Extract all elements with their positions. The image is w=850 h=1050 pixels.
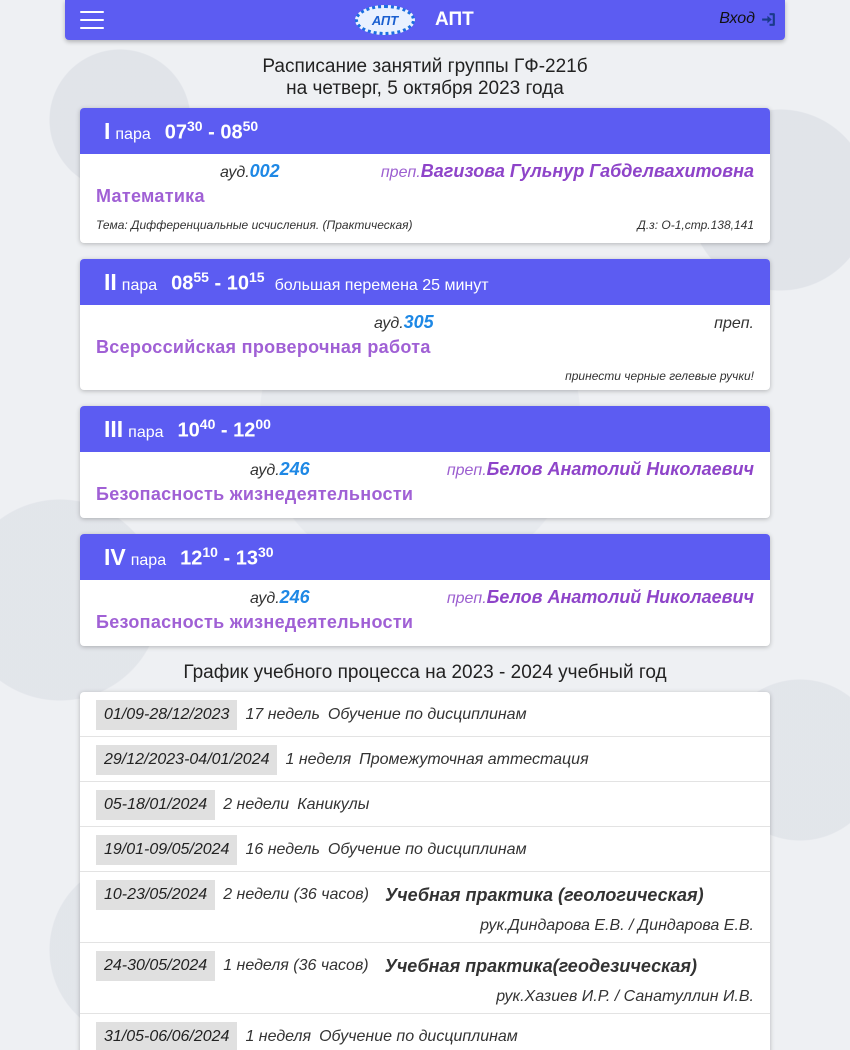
lesson-label: пара — [128, 424, 164, 441]
lesson-number: I — [104, 118, 111, 144]
lesson-number: III — [104, 416, 124, 442]
room-label: ауд.246 — [250, 587, 310, 607]
schedule-duration: 1 неделя — [285, 751, 352, 768]
lesson-time: 1040 - 1200 — [177, 416, 271, 442]
schedule-row: 01/09-28/12/2023 17 недель Обучение по дис… — [80, 692, 770, 737]
room-label: ауд.002 — [220, 161, 280, 181]
subject-name: Безопасность жизнедеятельности — [96, 484, 414, 504]
room-number: 246 — [279, 587, 310, 607]
lesson-time: 1210 - 1330 — [180, 544, 274, 570]
app-title[interactable]: АПТ — [435, 9, 474, 31]
schedule-activity: Учебная практика(геодезическая) — [384, 955, 698, 976]
logo-text: АПТ — [371, 12, 399, 28]
room-label: ауд.305 — [374, 312, 434, 332]
schedule-row: 05-18/01/2024 2 недели Каникулы — [80, 782, 770, 827]
lesson-header: IV пара 1210 - 1330 — [80, 534, 770, 580]
schedule-title: График учебного процесса на 2023 - 2024 … — [183, 662, 667, 683]
teacher-name: Белов Анатолий Николаевич — [486, 459, 754, 479]
lesson-header: III пара 1040 - 1200 — [80, 406, 770, 452]
schedule-duration: 2 недели (36 часов) — [223, 886, 369, 903]
page-title-line2: на четверг, 5 октября 2023 года — [286, 78, 564, 99]
logo-icon[interactable]: АПТ — [355, 5, 415, 35]
schedule-activity: Учебная практика (геологическая) — [384, 884, 704, 905]
academic-schedule: 01/09-28/12/2023 17 недель Обучение по дис… — [80, 692, 770, 1050]
lesson-time: 0730 - 0850 — [164, 118, 259, 144]
teacher-name: Белов Анатолий Николаевич — [486, 587, 754, 607]
lesson-label: пара — [130, 552, 167, 569]
schedule-row: 24-30/05/2024 1 неделя (36 часов) Учебная … — [80, 943, 770, 1014]
schedule-activity: Обучение по дисциплинам — [319, 1028, 518, 1045]
room-number: 002 — [249, 161, 280, 181]
teacher: преп.Вагизова Гульнур Габделвахитовна — [380, 161, 754, 181]
schedule-activity: Обучение по дисциплинам — [327, 841, 527, 858]
lesson-label: пара — [121, 277, 158, 294]
schedule-duration: 1 неделя — [245, 1028, 312, 1045]
page-title-line1: Расписание занятий группы ГФ-221б — [262, 56, 588, 77]
schedule-duration: 2 недели — [223, 796, 290, 813]
schedule-row: 10-23/05/2024 2 недели (36 часов) Учебная … — [80, 872, 770, 943]
subject-name: Всероссийская проверочная работа — [96, 337, 431, 357]
practice-supervisor: рук.Хазиев И.Р. / Санатуллин И.В. — [496, 988, 754, 1005]
schedule-duration: 1 неделя (36 часов) — [223, 957, 369, 974]
room-number: 246 — [279, 459, 310, 479]
lesson-label: пара — [115, 126, 151, 143]
login-label: Вход — [719, 10, 755, 27]
lesson-topic: Тема: Дифференциальные исчисления. (Прак… — [96, 218, 413, 232]
schedule-dates: 19/01-09/05/2024 — [96, 835, 238, 865]
break-note: большая перемена 25 минут — [274, 277, 489, 294]
subject-name: Безопасность жизнедеятельности — [96, 612, 414, 632]
lesson-time: 0855 - 1015 — [171, 269, 265, 295]
practice-supervisor: рук.Диндарова Е.В. / Диндарова Е.В. — [480, 917, 754, 934]
lesson-card: I пара 0730 - 0850 ауд.002 преп.Вагизова… — [80, 108, 770, 243]
teacher-name: Вагизова Гульнур Габделвахитовна — [420, 161, 754, 181]
schedule-duration: 17 недель — [245, 706, 320, 723]
homework: Д.з: О-1,стр.138,141 — [637, 218, 754, 232]
lesson-card: III пара 1040 - 1200 ауд.246 преп.Белов … — [80, 406, 770, 518]
schedule-activity: Обучение по дисциплинам — [327, 706, 527, 723]
schedule-activity: Каникулы — [297, 796, 370, 813]
schedule-duration: 16 недель — [245, 841, 320, 858]
schedule-dates: 29/12/2023-04/01/2024 — [96, 745, 278, 775]
teacher: преп. — [714, 315, 754, 332]
subject-name: Математика — [96, 186, 205, 206]
schedule-dates: 24-30/05/2024 — [96, 951, 216, 981]
room-label: ауд.246 — [250, 459, 310, 479]
schedule-dates: 05-18/01/2024 — [96, 790, 216, 820]
lesson-number: II — [104, 269, 117, 295]
lesson-header: I пара 0730 - 0850 — [80, 108, 770, 154]
lesson-header: II пара 0855 - 1015 большая перемена 25 … — [80, 259, 770, 305]
schedule-row: 19/01-09/05/2024 16 недель Обучение по дис… — [80, 827, 770, 872]
teacher: преп.Белов Анатолий Николаевич — [446, 587, 754, 607]
schedule-dates: 01/09-28/12/2023 — [96, 700, 238, 730]
lesson-card: II пара 0855 - 1015 большая перемена 25 … — [80, 259, 770, 390]
login-button[interactable]: Вход — [719, 10, 777, 28]
menu-icon[interactable] — [80, 11, 104, 29]
top-navbar: АПТ АПТ Вход — [65, 0, 785, 40]
teacher: преп.Белов Анатолий Николаевич — [446, 459, 754, 479]
lesson-note: принести черные гелевые ручки! — [565, 369, 754, 383]
lesson-card: IV пара 1210 - 1330 ауд.246 преп.Белов А… — [80, 534, 770, 646]
schedule-dates: 10-23/05/2024 — [96, 880, 216, 910]
page-title: Расписание занятий группы ГФ-221б на чет… — [80, 56, 770, 100]
schedule-dates: 31/05-06/06/2024 — [96, 1022, 238, 1050]
sign-in-icon — [762, 12, 775, 26]
lesson-number: IV — [104, 544, 126, 570]
schedule-row: 29/12/2023-04/01/2024 1 неделя Промежуточн… — [80, 737, 770, 782]
schedule-activity: Промежуточная аттестация — [359, 751, 589, 768]
schedule-row: 31/05-06/06/2024 1 неделя Обучение по дисц… — [80, 1014, 770, 1050]
room-number: 305 — [403, 312, 434, 332]
